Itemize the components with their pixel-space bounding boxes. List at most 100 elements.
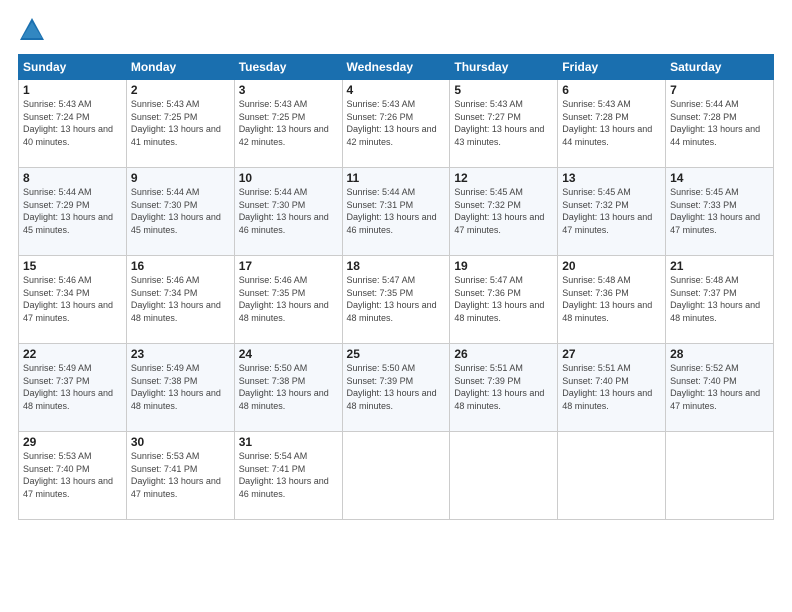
week-row-3: 15 Sunrise: 5:46 AMSunset: 7:34 PMDaylig… xyxy=(19,256,774,344)
day-cell: 5 Sunrise: 5:43 AMSunset: 7:27 PMDayligh… xyxy=(450,80,558,168)
day-info: Sunrise: 5:50 AMSunset: 7:38 PMDaylight:… xyxy=(239,363,329,411)
day-number: 24 xyxy=(239,347,338,361)
day-cell: 1 Sunrise: 5:43 AMSunset: 7:24 PMDayligh… xyxy=(19,80,127,168)
day-cell: 28 Sunrise: 5:52 AMSunset: 7:40 PMDaylig… xyxy=(666,344,774,432)
day-cell xyxy=(450,432,558,520)
day-info: Sunrise: 5:46 AMSunset: 7:34 PMDaylight:… xyxy=(23,275,113,323)
day-cell: 10 Sunrise: 5:44 AMSunset: 7:30 PMDaylig… xyxy=(234,168,342,256)
day-cell: 23 Sunrise: 5:49 AMSunset: 7:38 PMDaylig… xyxy=(126,344,234,432)
day-number: 17 xyxy=(239,259,338,273)
day-number: 13 xyxy=(562,171,661,185)
day-cell xyxy=(666,432,774,520)
day-number: 2 xyxy=(131,83,230,97)
day-number: 3 xyxy=(239,83,338,97)
logo-icon xyxy=(18,16,46,44)
day-info: Sunrise: 5:43 AMSunset: 7:27 PMDaylight:… xyxy=(454,99,544,147)
week-row-5: 29 Sunrise: 5:53 AMSunset: 7:40 PMDaylig… xyxy=(19,432,774,520)
day-info: Sunrise: 5:44 AMSunset: 7:28 PMDaylight:… xyxy=(670,99,760,147)
day-number: 25 xyxy=(347,347,446,361)
week-row-1: 1 Sunrise: 5:43 AMSunset: 7:24 PMDayligh… xyxy=(19,80,774,168)
day-info: Sunrise: 5:51 AMSunset: 7:39 PMDaylight:… xyxy=(454,363,544,411)
day-info: Sunrise: 5:47 AMSunset: 7:36 PMDaylight:… xyxy=(454,275,544,323)
day-info: Sunrise: 5:46 AMSunset: 7:34 PMDaylight:… xyxy=(131,275,221,323)
day-number: 19 xyxy=(454,259,553,273)
day-cell: 25 Sunrise: 5:50 AMSunset: 7:39 PMDaylig… xyxy=(342,344,450,432)
day-number: 28 xyxy=(670,347,769,361)
day-number: 9 xyxy=(131,171,230,185)
day-info: Sunrise: 5:52 AMSunset: 7:40 PMDaylight:… xyxy=(670,363,760,411)
day-number: 5 xyxy=(454,83,553,97)
day-number: 12 xyxy=(454,171,553,185)
day-cell: 3 Sunrise: 5:43 AMSunset: 7:25 PMDayligh… xyxy=(234,80,342,168)
day-number: 15 xyxy=(23,259,122,273)
week-row-4: 22 Sunrise: 5:49 AMSunset: 7:37 PMDaylig… xyxy=(19,344,774,432)
day-cell: 8 Sunrise: 5:44 AMSunset: 7:29 PMDayligh… xyxy=(19,168,127,256)
day-cell: 14 Sunrise: 5:45 AMSunset: 7:33 PMDaylig… xyxy=(666,168,774,256)
day-number: 1 xyxy=(23,83,122,97)
page: SundayMondayTuesdayWednesdayThursdayFrid… xyxy=(0,0,792,612)
day-info: Sunrise: 5:43 AMSunset: 7:26 PMDaylight:… xyxy=(347,99,437,147)
day-cell xyxy=(342,432,450,520)
header-monday: Monday xyxy=(126,55,234,80)
day-cell: 27 Sunrise: 5:51 AMSunset: 7:40 PMDaylig… xyxy=(558,344,666,432)
day-cell: 18 Sunrise: 5:47 AMSunset: 7:35 PMDaylig… xyxy=(342,256,450,344)
day-cell: 11 Sunrise: 5:44 AMSunset: 7:31 PMDaylig… xyxy=(342,168,450,256)
day-info: Sunrise: 5:45 AMSunset: 7:33 PMDaylight:… xyxy=(670,187,760,235)
day-number: 26 xyxy=(454,347,553,361)
day-info: Sunrise: 5:43 AMSunset: 7:25 PMDaylight:… xyxy=(131,99,221,147)
day-number: 23 xyxy=(131,347,230,361)
day-info: Sunrise: 5:50 AMSunset: 7:39 PMDaylight:… xyxy=(347,363,437,411)
day-number: 11 xyxy=(347,171,446,185)
day-info: Sunrise: 5:44 AMSunset: 7:30 PMDaylight:… xyxy=(131,187,221,235)
day-cell: 17 Sunrise: 5:46 AMSunset: 7:35 PMDaylig… xyxy=(234,256,342,344)
day-cell: 24 Sunrise: 5:50 AMSunset: 7:38 PMDaylig… xyxy=(234,344,342,432)
day-number: 8 xyxy=(23,171,122,185)
day-number: 14 xyxy=(670,171,769,185)
calendar: SundayMondayTuesdayWednesdayThursdayFrid… xyxy=(18,54,774,520)
day-cell: 26 Sunrise: 5:51 AMSunset: 7:39 PMDaylig… xyxy=(450,344,558,432)
day-info: Sunrise: 5:44 AMSunset: 7:31 PMDaylight:… xyxy=(347,187,437,235)
day-cell: 4 Sunrise: 5:43 AMSunset: 7:26 PMDayligh… xyxy=(342,80,450,168)
day-info: Sunrise: 5:45 AMSunset: 7:32 PMDaylight:… xyxy=(562,187,652,235)
calendar-header-row: SundayMondayTuesdayWednesdayThursdayFrid… xyxy=(19,55,774,80)
week-row-2: 8 Sunrise: 5:44 AMSunset: 7:29 PMDayligh… xyxy=(19,168,774,256)
day-number: 31 xyxy=(239,435,338,449)
day-info: Sunrise: 5:48 AMSunset: 7:36 PMDaylight:… xyxy=(562,275,652,323)
day-cell: 19 Sunrise: 5:47 AMSunset: 7:36 PMDaylig… xyxy=(450,256,558,344)
day-number: 27 xyxy=(562,347,661,361)
day-info: Sunrise: 5:51 AMSunset: 7:40 PMDaylight:… xyxy=(562,363,652,411)
day-info: Sunrise: 5:46 AMSunset: 7:35 PMDaylight:… xyxy=(239,275,329,323)
day-cell xyxy=(558,432,666,520)
day-info: Sunrise: 5:43 AMSunset: 7:24 PMDaylight:… xyxy=(23,99,113,147)
header-saturday: Saturday xyxy=(666,55,774,80)
day-info: Sunrise: 5:43 AMSunset: 7:28 PMDaylight:… xyxy=(562,99,652,147)
header-friday: Friday xyxy=(558,55,666,80)
header-sunday: Sunday xyxy=(19,55,127,80)
day-cell: 7 Sunrise: 5:44 AMSunset: 7:28 PMDayligh… xyxy=(666,80,774,168)
day-cell: 22 Sunrise: 5:49 AMSunset: 7:37 PMDaylig… xyxy=(19,344,127,432)
day-cell: 16 Sunrise: 5:46 AMSunset: 7:34 PMDaylig… xyxy=(126,256,234,344)
day-number: 10 xyxy=(239,171,338,185)
day-cell: 9 Sunrise: 5:44 AMSunset: 7:30 PMDayligh… xyxy=(126,168,234,256)
logo xyxy=(18,16,50,44)
day-cell: 6 Sunrise: 5:43 AMSunset: 7:28 PMDayligh… xyxy=(558,80,666,168)
day-info: Sunrise: 5:53 AMSunset: 7:40 PMDaylight:… xyxy=(23,451,113,499)
header-thursday: Thursday xyxy=(450,55,558,80)
day-number: 6 xyxy=(562,83,661,97)
day-number: 22 xyxy=(23,347,122,361)
day-cell: 29 Sunrise: 5:53 AMSunset: 7:40 PMDaylig… xyxy=(19,432,127,520)
header-wednesday: Wednesday xyxy=(342,55,450,80)
day-cell: 21 Sunrise: 5:48 AMSunset: 7:37 PMDaylig… xyxy=(666,256,774,344)
day-number: 29 xyxy=(23,435,122,449)
day-cell: 30 Sunrise: 5:53 AMSunset: 7:41 PMDaylig… xyxy=(126,432,234,520)
day-info: Sunrise: 5:47 AMSunset: 7:35 PMDaylight:… xyxy=(347,275,437,323)
day-number: 30 xyxy=(131,435,230,449)
day-info: Sunrise: 5:49 AMSunset: 7:37 PMDaylight:… xyxy=(23,363,113,411)
day-info: Sunrise: 5:53 AMSunset: 7:41 PMDaylight:… xyxy=(131,451,221,499)
header-tuesday: Tuesday xyxy=(234,55,342,80)
day-info: Sunrise: 5:43 AMSunset: 7:25 PMDaylight:… xyxy=(239,99,329,147)
day-info: Sunrise: 5:44 AMSunset: 7:29 PMDaylight:… xyxy=(23,187,113,235)
day-number: 7 xyxy=(670,83,769,97)
day-info: Sunrise: 5:49 AMSunset: 7:38 PMDaylight:… xyxy=(131,363,221,411)
header xyxy=(18,16,774,44)
